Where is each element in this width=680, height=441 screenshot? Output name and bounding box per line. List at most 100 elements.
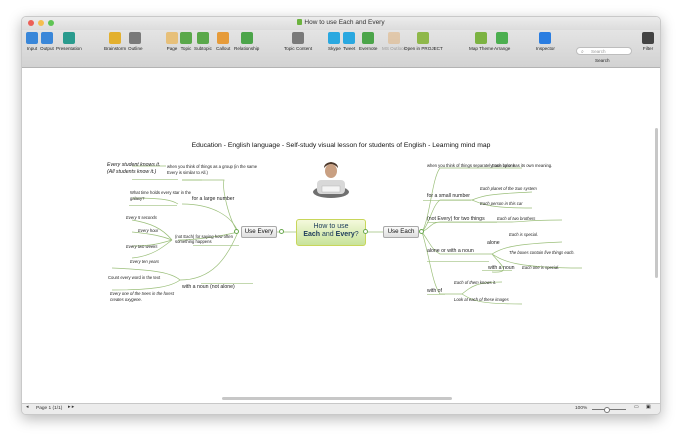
map-theme-label: Map Theme	[469, 46, 494, 51]
inspector-icon	[539, 32, 552, 44]
note-each-special[interactable]: Each is special.	[509, 232, 538, 237]
note-creates-oxygene[interactable]: creates oxygene.	[110, 297, 142, 302]
mind-map-canvas[interactable]: Education - English language - Self-stud…	[22, 68, 660, 403]
presentation-label: Presentation	[56, 46, 82, 51]
note-boxes-each[interactable]: The boxes contain five things each.	[509, 250, 575, 255]
evernote-button[interactable]: Evernote	[359, 32, 377, 51]
filter-button[interactable]: Filter	[642, 32, 654, 51]
note-each-color[interactable]: Each color has its own meaning.	[492, 163, 552, 168]
topic-content-label: Topic Content	[284, 46, 313, 51]
project-icon	[417, 32, 430, 44]
note-look-at-each[interactable]: Look at each of these images	[454, 297, 509, 302]
collapse-node-every-1[interactable]	[234, 229, 239, 234]
topic-when-group[interactable]: when you think of things as a group (in …	[167, 164, 257, 169]
arrange-button[interactable]: Arrange	[494, 32, 510, 51]
collapse-node-left[interactable]	[279, 229, 284, 234]
reading-student-image	[313, 162, 349, 198]
presentation-icon	[62, 32, 75, 44]
topic-content-icon	[292, 32, 305, 44]
outline-button[interactable]: Outline	[128, 32, 143, 51]
collapse-node-right[interactable]	[363, 229, 368, 234]
central-topic[interactable]: How to use Each and Every?	[296, 219, 366, 246]
topic-every-similar-all[interactable]: Every is similar to All.)	[167, 170, 208, 175]
subtopic-label: Subtopic	[194, 46, 212, 51]
note-what-time-holds[interactable]: What time holds every star in the	[130, 190, 191, 195]
outline-label: Outline	[128, 46, 143, 51]
fullscreen-icon[interactable]: ▣	[646, 405, 651, 410]
page-button[interactable]: Page	[166, 32, 178, 51]
skype-label: Skype	[328, 46, 341, 51]
note-every-ten-years[interactable]: Every ten years	[130, 259, 159, 264]
vertical-scrollbar[interactable]	[655, 128, 658, 278]
topic-two-things[interactable]: (not Every) for two things	[427, 216, 485, 222]
topic-alone-or-with-noun[interactable]: alone or with a noun	[427, 248, 474, 254]
topic-with-noun[interactable]: with a noun	[488, 265, 515, 271]
title-bar: How to use Each and Every	[22, 17, 660, 30]
brainstorm-icon	[109, 32, 122, 44]
topic-small-number[interactable]: for a small number	[427, 193, 470, 199]
subtopic-button[interactable]: Subtopic	[194, 32, 212, 51]
input-button[interactable]: Input	[26, 32, 38, 51]
topic-use-each[interactable]: Use Each	[383, 226, 419, 238]
collapse-node-each-1[interactable]	[419, 229, 424, 234]
topic-use-every[interactable]: Use Every	[241, 226, 277, 238]
page-label: Page	[166, 46, 178, 51]
page-next-icon[interactable]: ▸ ▸	[68, 405, 74, 410]
topic-button[interactable]: Topic	[180, 32, 192, 51]
topic-noun-not-alone[interactable]: with a noun (not alone)	[182, 284, 235, 290]
central-topic-every: Every	[335, 231, 355, 238]
note-each-person[interactable]: Each person in this car	[480, 201, 523, 206]
skype-button[interactable]: Skype	[328, 32, 341, 51]
search-icon: ⌕	[581, 49, 584, 55]
document-icon	[297, 19, 303, 25]
note-every-one-trees[interactable]: Every one of the trees in the forest	[110, 291, 174, 296]
brainstorm-button[interactable]: Brainstorm	[104, 32, 126, 51]
zoom-slider-thumb[interactable]	[604, 407, 610, 413]
topic-how-often-2[interactable]: something happens	[175, 239, 212, 244]
note-every-two-weeks[interactable]: Every two weeks	[126, 244, 157, 249]
note-each-of-them[interactable]: Each of them knows it.	[454, 280, 496, 285]
zoom-fit-icon[interactable]: ▭	[634, 405, 639, 410]
note-every-5-seconds[interactable]: Every 5 seconds	[126, 215, 157, 220]
note-galaxy[interactable]: galaxy?	[130, 196, 144, 201]
inspector-button[interactable]: Inspector	[536, 32, 555, 51]
inspector-label: Inspector	[536, 46, 555, 51]
tweet-button[interactable]: Tweet	[343, 32, 355, 51]
presentation-button[interactable]: Presentation	[56, 32, 82, 51]
relationship-button[interactable]: Relationship	[234, 32, 259, 51]
search-input[interactable]: ⌕ Search	[576, 47, 632, 55]
arrange-icon	[496, 32, 509, 44]
note-every-hour[interactable]: Every hour	[138, 228, 158, 233]
map-theme-button[interactable]: Map Theme	[469, 32, 493, 51]
arrange-label: Arrange	[494, 46, 511, 51]
horizontal-scrollbar[interactable]	[222, 397, 452, 400]
topic-label: Topic	[180, 46, 192, 51]
topic-content-button[interactable]: Topic Content	[284, 32, 312, 51]
note-all-students[interactable]: (All students know it.)	[107, 169, 156, 175]
page-prev-icon[interactable]: ◂	[26, 405, 28, 410]
central-topic-line1: How to use	[313, 223, 349, 230]
project-button[interactable]: Open in PROJECT	[404, 32, 443, 51]
note-each-planet[interactable]: Each planet of the Sun system	[480, 186, 537, 191]
topic-alone[interactable]: alone	[487, 240, 500, 246]
ms-outlook-button[interactable]: MS Outlook	[382, 32, 406, 51]
central-topic-each: Each	[303, 231, 321, 238]
brainstorm-label: Brainstorm	[104, 46, 127, 51]
callout-button[interactable]: Callout	[216, 32, 230, 51]
map-title: Education - English language - Self-stud…	[191, 142, 491, 149]
note-each-one-special[interactable]: Each one is special.	[522, 265, 559, 270]
callout-icon	[217, 32, 230, 44]
central-topic-line2: Each and Every?	[297, 231, 365, 239]
central-topic-and: and	[320, 231, 336, 238]
note-every-student[interactable]: Every student knows it.	[107, 162, 160, 168]
note-each-two-brothers[interactable]: Each of two brothers	[497, 216, 535, 221]
note-count-every-word[interactable]: Count every word in the text	[108, 275, 160, 280]
search-label: Search	[595, 58, 610, 63]
tweet-icon	[343, 32, 356, 44]
topic-large-number[interactable]: for a large number	[192, 196, 234, 202]
ms-outlook-icon	[388, 32, 400, 44]
skype-icon	[328, 32, 341, 44]
page-icon	[166, 32, 178, 44]
topic-with-of[interactable]: with of	[427, 288, 442, 294]
output-button[interactable]: Output	[40, 32, 54, 51]
